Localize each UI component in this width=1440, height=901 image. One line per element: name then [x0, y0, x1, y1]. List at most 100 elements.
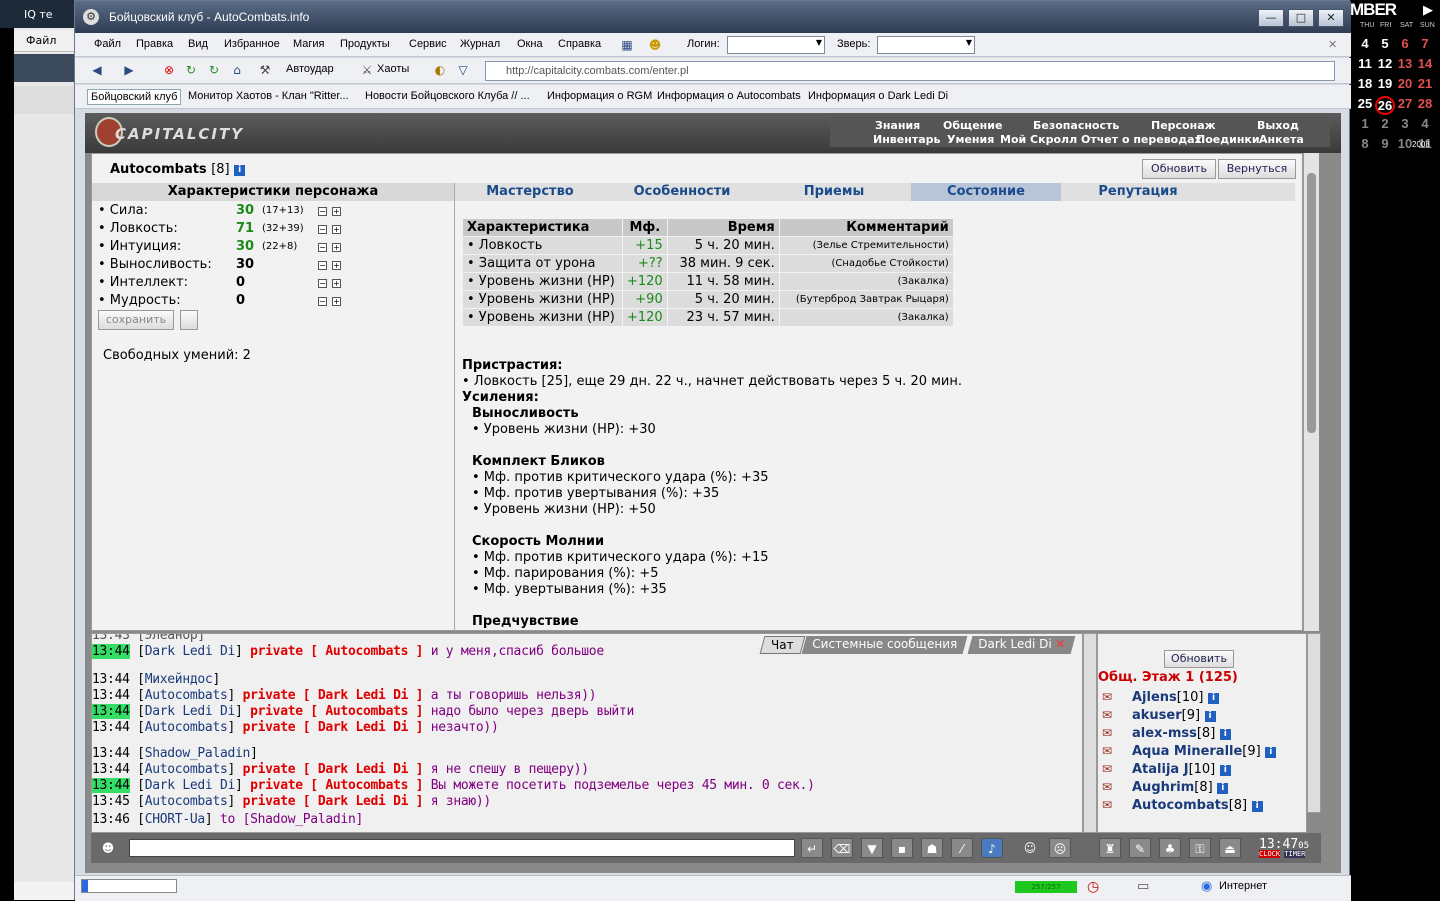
stat-increase-icon[interactable]: +: [332, 261, 341, 270]
back-icon[interactable]: ◀: [89, 62, 105, 78]
slash-icon[interactable]: ⁄: [951, 838, 973, 858]
calendar-day[interactable]: 13: [1395, 56, 1415, 71]
forward-icon[interactable]: ▶: [121, 62, 137, 78]
timer-label[interactable]: TIMER: [1284, 850, 1306, 858]
tab-techniques[interactable]: Приемы: [759, 183, 909, 201]
menu-file[interactable]: Файл: [94, 38, 121, 50]
autoattack-button[interactable]: Автоудар: [286, 63, 334, 75]
menu-favorites[interactable]: Избранное: [224, 38, 280, 50]
calendar-day[interactable]: 14: [1415, 56, 1435, 71]
chat-sender[interactable]: Autocombats: [145, 794, 228, 809]
nav-communication[interactable]: Общение: [943, 119, 1002, 132]
face-icon[interactable]: ☹: [1049, 838, 1071, 858]
timer-icon[interactable]: ◷: [1087, 879, 1099, 895]
nav-knowledge[interactable]: Знания: [875, 119, 920, 132]
save-log-icon[interactable]: ▪: [891, 838, 913, 858]
calendar-day[interactable]: 18: [1355, 76, 1375, 91]
chat-sender[interactable]: Autocombats: [145, 762, 228, 777]
calendar-day[interactable]: 20: [1395, 76, 1415, 91]
user-name[interactable]: akuser: [1132, 708, 1182, 723]
panel-scrollbar[interactable]: [1303, 153, 1319, 631]
user-action-icon[interactable]: ✉: [1102, 744, 1112, 758]
tab-chaos-monitor[interactable]: Монитор Хаотов - Клан "Ritter...: [185, 89, 352, 103]
background-file-menu[interactable]: Файл: [26, 34, 56, 47]
calendar-day[interactable]: 12: [1375, 56, 1395, 71]
user-name[interactable]: Atalija J: [1132, 762, 1189, 777]
exit-icon[interactable]: ⏏: [1219, 838, 1241, 858]
calendar-day[interactable]: 11: [1355, 56, 1375, 71]
calendar-day[interactable]: 27: [1395, 96, 1415, 111]
stat-decrease-icon[interactable]: −: [318, 207, 327, 216]
nav-skills[interactable]: Умения: [947, 133, 994, 146]
user-info-icon[interactable]: i: [1219, 765, 1231, 776]
user-info-icon[interactable]: i: [1204, 711, 1216, 722]
stat-decrease-icon[interactable]: −: [318, 243, 327, 252]
menu-view[interactable]: Вид: [188, 38, 208, 50]
menu-help[interactable]: Справка: [558, 38, 601, 50]
bag-icon[interactable]: ♜: [1099, 838, 1121, 858]
chat-tab-chat[interactable]: Чат: [759, 636, 805, 654]
user-info-icon[interactable]: i: [1265, 747, 1277, 758]
emoji-icon[interactable]: ☺: [1019, 838, 1041, 858]
chat-sender[interactable]: Shadow_Paladin: [145, 746, 251, 761]
chat-sender[interactable]: Autocombats: [145, 720, 228, 735]
stat-decrease-icon[interactable]: −: [318, 261, 327, 270]
stat-increase-icon[interactable]: +: [332, 279, 341, 288]
stat-decrease-icon[interactable]: −: [318, 297, 327, 306]
users-scrollbar[interactable]: [1307, 633, 1321, 813]
back-button[interactable]: Вернуться: [1218, 159, 1296, 179]
user-entry[interactable]: Aughrim[8] i: [1132, 780, 1229, 795]
chat-tab-system[interactable]: Системные сообщения: [801, 636, 968, 654]
calendar-day[interactable]: 6: [1395, 36, 1415, 51]
nav-security[interactable]: Безопасность: [1033, 119, 1119, 132]
scrollbar-thumb[interactable]: [1307, 173, 1316, 433]
info-icon[interactable]: i: [234, 165, 246, 176]
user-entry[interactable]: alex-mss[8] i: [1132, 726, 1231, 741]
chaos-icon[interactable]: ⚔: [359, 62, 375, 78]
chat-scrollbar[interactable]: [1083, 633, 1097, 833]
nav-inventory[interactable]: Инвентарь: [873, 133, 940, 146]
home-icon[interactable]: ⌂: [229, 62, 245, 78]
filter-icon[interactable]: ▼: [861, 838, 883, 858]
tab-autocombats-info[interactable]: Информация о Autocombats: [654, 89, 804, 103]
calendar-day[interactable]: 3: [1395, 116, 1415, 131]
user-info-icon[interactable]: i: [1251, 801, 1263, 812]
user-name[interactable]: Autocombats: [1132, 798, 1229, 813]
chat-private-tag[interactable]: private [ Dark Ledi Di ]: [243, 720, 424, 735]
stop-icon[interactable]: ⊗: [161, 62, 177, 78]
stat-decrease-icon[interactable]: −: [318, 225, 327, 234]
user-name[interactable]: Aughrim: [1132, 780, 1194, 795]
calendar-next-icon[interactable]: ▶: [1423, 2, 1433, 18]
tab-mastery[interactable]: Мастерство: [455, 183, 605, 201]
lock-icon[interactable]: ⚿: [1189, 838, 1211, 858]
group-icon[interactable]: ♣: [1159, 838, 1181, 858]
users-refresh-button[interactable]: Обновить: [1164, 650, 1234, 668]
chat-sender[interactable]: CHORT-Ua: [145, 812, 206, 827]
user-info-icon[interactable]: i: [1219, 729, 1231, 740]
tab-state[interactable]: Состояние: [911, 183, 1061, 201]
chat-private-tag[interactable]: private [ Autocombats ]: [250, 778, 423, 793]
user-info-icon[interactable]: i: [1208, 693, 1220, 704]
chaos-button[interactable]: Хаоты: [377, 63, 409, 75]
calendar-day[interactable]: 4: [1415, 116, 1435, 131]
user-action-icon[interactable]: ✉: [1102, 690, 1112, 704]
user-action-icon[interactable]: ✉: [1102, 708, 1112, 722]
user-action-icon[interactable]: ✉: [1102, 762, 1112, 776]
menu-windows[interactable]: Окна: [517, 38, 543, 50]
chat-private-tag[interactable]: private [ Dark Ledi Di ]: [243, 688, 424, 703]
chat-sender[interactable]: Dark Ledi Di: [145, 778, 236, 793]
stat-increase-icon[interactable]: +: [332, 207, 341, 216]
calendar-day[interactable]: 8: [1355, 136, 1375, 151]
stat-increase-icon[interactable]: +: [332, 297, 341, 306]
close-tab-icon[interactable]: ✕: [1056, 637, 1066, 651]
nav-my-scroll[interactable]: Мой Скролл: [1000, 133, 1077, 146]
refresh-button[interactable]: Обновить: [1142, 159, 1216, 179]
user-info-icon[interactable]: i: [1217, 783, 1229, 794]
menu-close-icon[interactable]: ✕: [1328, 38, 1337, 51]
calendar-day[interactable]: 25: [1355, 96, 1375, 111]
chat-tab-private[interactable]: Dark Ledi Di ✕: [967, 636, 1076, 654]
calendar-day[interactable]: 2: [1375, 116, 1395, 131]
chat-sender[interactable]: Михейндос: [145, 672, 213, 687]
user-action-icon[interactable]: ✉: [1102, 798, 1112, 812]
fighter-icon[interactable]: ☗: [921, 838, 943, 858]
